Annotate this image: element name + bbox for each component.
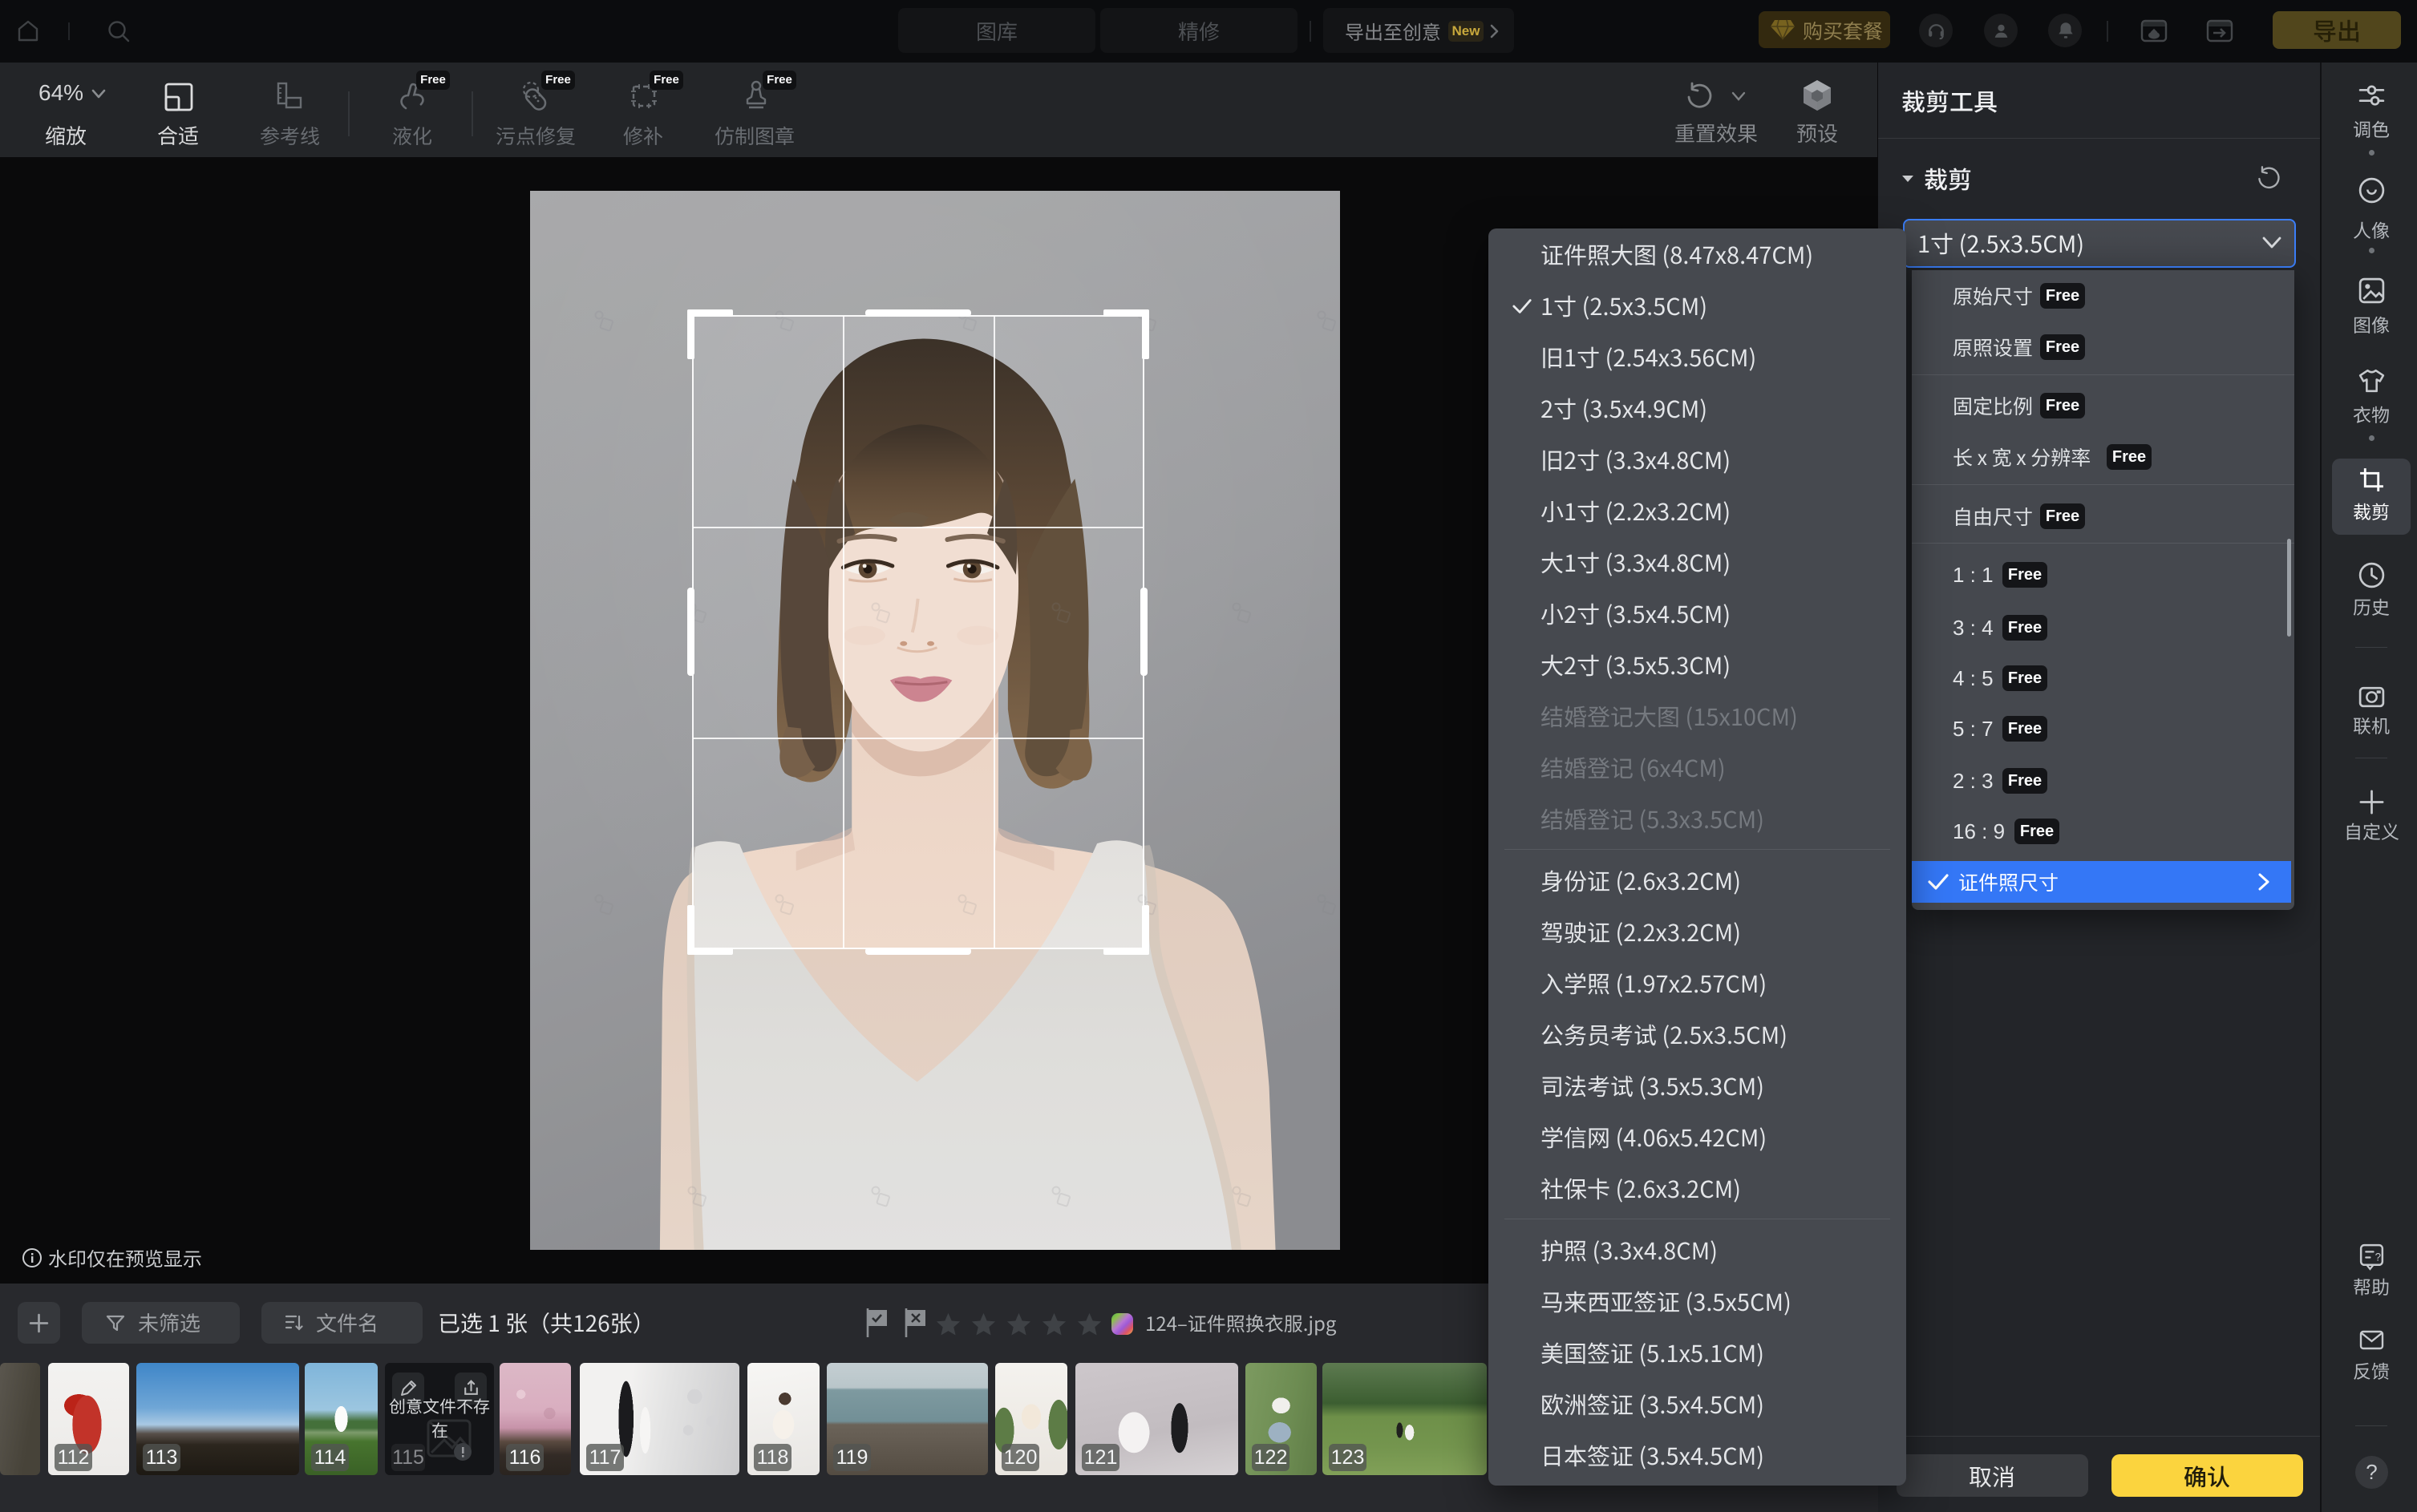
svg-text:?: ? [2375, 1251, 2381, 1263]
